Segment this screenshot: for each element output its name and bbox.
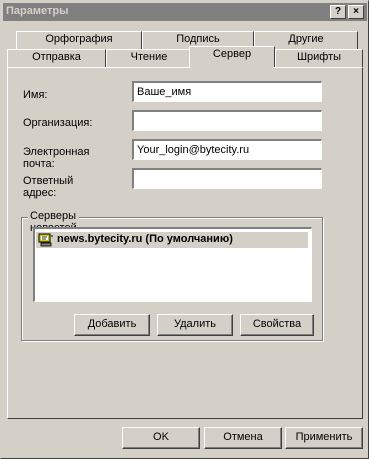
name-field[interactable]: Ваше_имя: [132, 81, 322, 102]
ok-button[interactable]: OK: [122, 427, 200, 449]
title-bar[interactable]: Параметры ? ×: [3, 3, 367, 21]
news-servers-list[interactable]: news.bytecity.ru (По умолчанию): [33, 227, 312, 302]
tab-spelling-label: Орфография: [45, 33, 113, 45]
remove-button-label: Удалить: [174, 318, 216, 330]
organization-label: Организация:: [23, 117, 93, 129]
list-item[interactable]: news.bytecity.ru (По умолчанию): [36, 232, 308, 248]
add-button[interactable]: Добавить: [74, 314, 150, 336]
tab-send-label: Отправка: [32, 51, 81, 63]
organization-field[interactable]: [132, 110, 322, 131]
tab-fonts-label: Шрифты: [296, 51, 342, 63]
help-button[interactable]: ?: [330, 5, 346, 19]
properties-button[interactable]: Свойства: [240, 314, 314, 336]
cancel-button[interactable]: Отмена: [204, 427, 282, 449]
tab-spelling[interactable]: Орфография: [16, 31, 142, 49]
help-icon: ?: [334, 6, 342, 17]
tab-signature-label: Подпись: [176, 33, 220, 45]
reply-address-field[interactable]: [132, 168, 322, 189]
tab-read-label: Чтение: [130, 51, 168, 63]
properties-button-label: Свойства: [252, 318, 302, 330]
tab-server[interactable]: Сервер: [189, 46, 275, 67]
close-button[interactable]: ×: [348, 5, 364, 19]
apply-button-label: Применить: [295, 431, 353, 443]
ok-button-label: OK: [153, 431, 169, 443]
add-button-label: Добавить: [87, 318, 137, 330]
news-server-icon: [38, 233, 53, 247]
tab-other-label: Другие: [288, 33, 324, 45]
close-icon: ×: [353, 6, 359, 17]
tab-fonts[interactable]: Шрифты: [275, 49, 363, 67]
tab-read[interactable]: Чтение: [106, 49, 192, 67]
email-field[interactable]: Your_login@bytecity.ru: [132, 139, 322, 160]
reply-address-label: Ответный адрес:: [23, 175, 74, 199]
name-label: Имя:: [23, 89, 48, 101]
remove-button[interactable]: Удалить: [157, 314, 233, 336]
options-dialog: Параметры ? × Орфография Подпись Другие …: [0, 0, 369, 459]
email-label: Электронная почта:: [23, 146, 90, 170]
tab-server-label: Сервер: [212, 48, 252, 60]
apply-button[interactable]: Применить: [285, 427, 363, 449]
tab-send[interactable]: Отправка: [7, 49, 106, 67]
active-tab-join: [191, 66, 273, 69]
list-item-label: news.bytecity.ru (По умолчанию): [57, 233, 233, 245]
cancel-button-label: Отмена: [223, 431, 263, 443]
window-title: Параметры: [6, 5, 69, 17]
